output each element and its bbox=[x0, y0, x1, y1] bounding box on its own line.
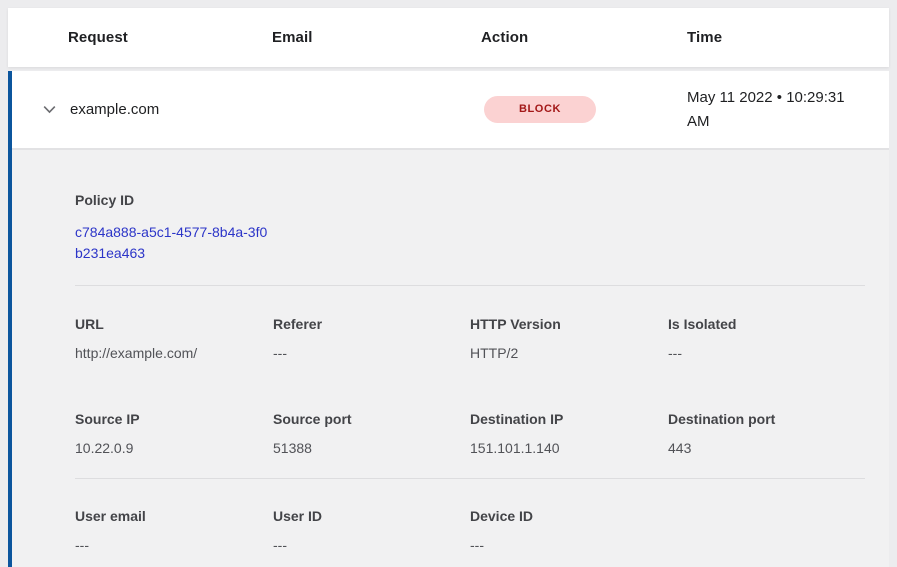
chevron-down-icon[interactable] bbox=[38, 99, 60, 121]
field-value: HTTP/2 bbox=[470, 345, 668, 361]
field-device-id: Device ID --- bbox=[470, 508, 668, 553]
field-label: Is Isolated bbox=[668, 316, 865, 332]
field-label: Source port bbox=[273, 411, 470, 427]
request-details: Policy ID c784a888-a5c1-4577-8b4a-3f0b23… bbox=[12, 150, 889, 553]
field-source-ip: Source IP 10.22.0.9 bbox=[75, 411, 273, 456]
field-label: URL bbox=[75, 316, 273, 332]
field-value: --- bbox=[470, 537, 668, 553]
field-label: Destination IP bbox=[470, 411, 668, 427]
field-referer: Referer --- bbox=[273, 316, 470, 361]
field-label: User ID bbox=[273, 508, 470, 524]
field-empty bbox=[668, 508, 865, 553]
field-label: User email bbox=[75, 508, 273, 524]
field-value: --- bbox=[273, 345, 470, 361]
field-label: HTTP Version bbox=[470, 316, 668, 332]
field-value: 443 bbox=[668, 440, 865, 456]
field-is-isolated: Is Isolated --- bbox=[668, 316, 865, 361]
column-header-request: Request bbox=[68, 29, 272, 46]
field-user-email: User email --- bbox=[75, 508, 273, 553]
policy-id-link[interactable]: c784a888-a5c1-4577-8b4a-3f0b231ea463 bbox=[75, 222, 271, 264]
field-value: 51388 bbox=[273, 440, 470, 456]
field-value: http://example.com/ bbox=[75, 345, 273, 361]
column-header-action: Action bbox=[481, 29, 687, 46]
field-label: Device ID bbox=[470, 508, 668, 524]
field-value: --- bbox=[668, 345, 865, 361]
field-user-id: User ID --- bbox=[273, 508, 470, 553]
field-label: Source IP bbox=[75, 411, 273, 427]
field-destination-port: Destination port 443 bbox=[668, 411, 865, 456]
detail-row-network: Source IP 10.22.0.9 Source port 51388 De… bbox=[75, 411, 865, 456]
column-header-time: Time bbox=[687, 29, 889, 46]
policy-id-label: Policy ID bbox=[75, 192, 865, 208]
field-value: --- bbox=[273, 537, 470, 553]
request-cell: example.com bbox=[70, 101, 272, 118]
table-row[interactable]: example.com BLOCK May 11 2022 • 10:29:31… bbox=[12, 71, 889, 150]
field-label: Destination port bbox=[668, 411, 865, 427]
action-cell: BLOCK bbox=[484, 96, 687, 123]
divider bbox=[75, 478, 865, 479]
field-destination-ip: Destination IP 151.101.1.140 bbox=[470, 411, 668, 456]
status-badge: BLOCK bbox=[484, 96, 596, 123]
detail-row-user: User email --- User ID --- Device ID --- bbox=[75, 508, 865, 553]
policy-id-section: Policy ID c784a888-a5c1-4577-8b4a-3f0b23… bbox=[75, 192, 865, 264]
log-row-expanded: example.com BLOCK May 11 2022 • 10:29:31… bbox=[8, 71, 889, 567]
field-value: 10.22.0.9 bbox=[75, 440, 273, 456]
detail-row-url: URL http://example.com/ Referer --- HTTP… bbox=[75, 316, 865, 361]
field-url: URL http://example.com/ bbox=[75, 316, 273, 361]
time-cell: May 11 2022 • 10:29:31 AM bbox=[687, 86, 865, 134]
divider bbox=[75, 285, 865, 286]
column-header-email: Email bbox=[272, 29, 481, 46]
table-header: Request Email Action Time bbox=[8, 8, 889, 67]
field-value: --- bbox=[75, 537, 273, 553]
field-label: Referer bbox=[273, 316, 470, 332]
field-http-version: HTTP Version HTTP/2 bbox=[470, 316, 668, 361]
field-value: 151.101.1.140 bbox=[470, 440, 668, 456]
field-source-port: Source port 51388 bbox=[273, 411, 470, 456]
